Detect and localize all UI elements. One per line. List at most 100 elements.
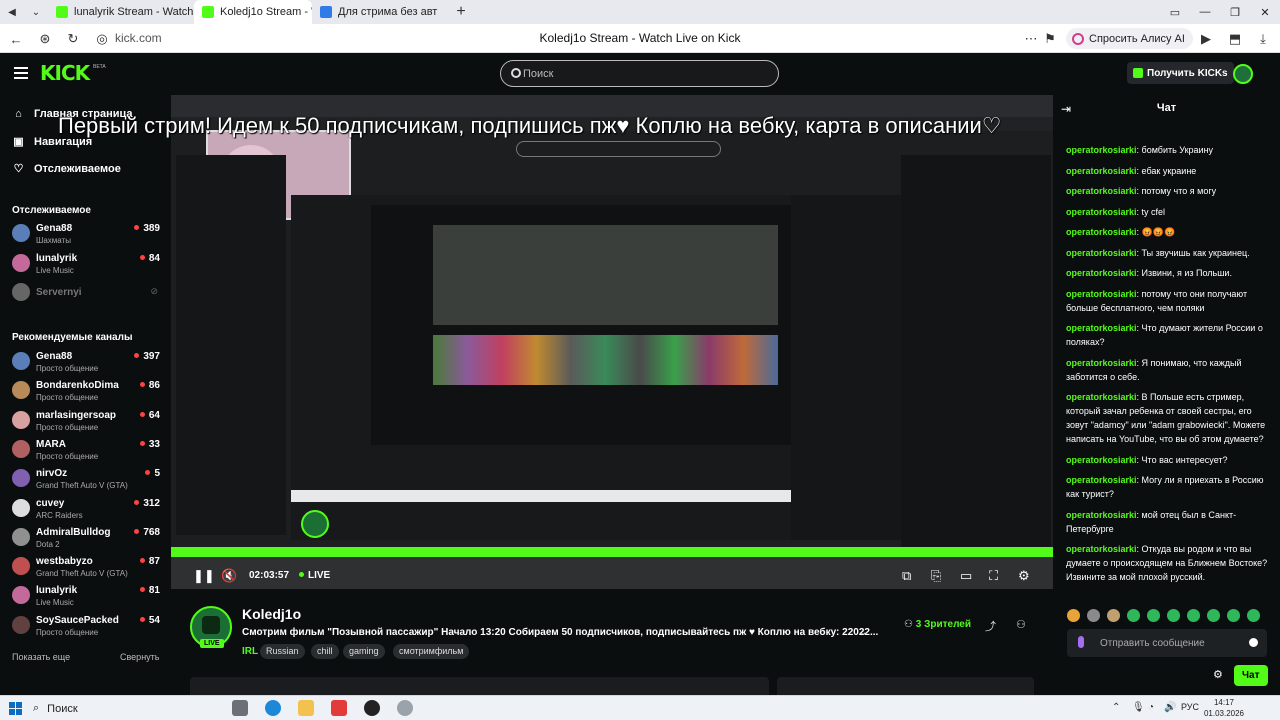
sidebar-channel-recommended[interactable]: marlasingersoap Просто общение 64 bbox=[12, 408, 160, 436]
pip-icon[interactable]: ⧉ bbox=[902, 568, 911, 584]
downloads-icon[interactable]: ⤓ bbox=[1254, 30, 1272, 48]
search-box[interactable] bbox=[500, 60, 779, 87]
chat-username[interactable]: operatorkosiarki bbox=[1066, 289, 1137, 299]
windows-start-icon[interactable] bbox=[9, 702, 22, 715]
chat-message-input[interactable] bbox=[1100, 635, 1240, 651]
chat-username[interactable]: operatorkosiarki bbox=[1066, 392, 1137, 402]
emote-icon[interactable] bbox=[1247, 609, 1260, 622]
chat-username[interactable]: operatorkosiarki bbox=[1066, 227, 1137, 237]
sidebar-channel-recommended[interactable]: MARA Просто общение 33 bbox=[12, 437, 160, 465]
chat-username[interactable]: operatorkosiarki bbox=[1066, 358, 1137, 368]
chat-username[interactable]: operatorkosiarki bbox=[1066, 455, 1137, 465]
get-kicks-button[interactable]: Получить KICKs bbox=[1127, 62, 1234, 84]
clip-icon[interactable]: ⎘ bbox=[931, 568, 941, 584]
fullscreen-icon[interactable]: ⛶ bbox=[989, 568, 998, 584]
url-field[interactable]: kick.com bbox=[115, 31, 162, 45]
sidebar-channel-recommended[interactable]: BondarenkoDima Просто общение 86 bbox=[12, 378, 160, 406]
chat-username[interactable]: operatorkosiarki bbox=[1066, 544, 1137, 554]
task-view-icon[interactable] bbox=[232, 700, 248, 716]
sidebar-channel-following[interactable]: Gena88 Шахматы 389 bbox=[12, 221, 160, 249]
chat-settings-gear-icon[interactable]: ⚙ bbox=[1213, 668, 1223, 681]
nav-following[interactable]: ♡ Отслеживаемое bbox=[13, 162, 121, 176]
browser-tab-2[interactable]: Koledj1o Stream - Watc bbox=[194, 0, 312, 24]
media-icon[interactable]: ▶ bbox=[1197, 30, 1215, 48]
sidebar-channel-recommended[interactable]: Gena88 Просто общение 397 bbox=[12, 349, 160, 377]
tag-smotrimfilm[interactable]: смотримфильм bbox=[393, 644, 470, 659]
sidebar-channel-recommended[interactable]: AdmiralBulldog Dota 2 768 bbox=[12, 525, 160, 553]
close-window-icon[interactable]: ✕ bbox=[1250, 0, 1280, 24]
more-icon[interactable]: ⋯ bbox=[1022, 30, 1040, 48]
emote-icon[interactable] bbox=[1147, 609, 1160, 622]
chat-username[interactable]: operatorkosiarki bbox=[1066, 166, 1137, 176]
mute-icon[interactable]: 🔇 bbox=[221, 568, 237, 584]
reload-icon[interactable]: ↻ bbox=[64, 30, 82, 48]
emote-icon[interactable] bbox=[1087, 609, 1100, 622]
file-explorer-icon[interactable] bbox=[298, 700, 314, 716]
edge-icon[interactable] bbox=[265, 700, 281, 716]
yandex-browser-icon[interactable] bbox=[331, 700, 347, 716]
sidebar-channel-recommended[interactable]: westbabyzo Grand Theft Auto V (GTA) 87 bbox=[12, 554, 160, 582]
tag-gaming[interactable]: gaming bbox=[343, 644, 385, 659]
show-more-link[interactable]: Показать еще bbox=[12, 652, 70, 662]
microphone-icon[interactable] bbox=[1078, 636, 1084, 648]
back-icon[interactable]: ← bbox=[7, 30, 25, 48]
sidebar-channel-recommended[interactable]: cuvey ARC Raiders 312 bbox=[12, 496, 160, 524]
sidebar-channel-recommended[interactable]: nirvOz Grand Theft Auto V (GTA) 5 bbox=[12, 466, 160, 494]
yandex-icon[interactable]: ⊛ bbox=[36, 30, 54, 48]
volume-icon[interactable]: 🔊 bbox=[1164, 702, 1176, 713]
tag-chill[interactable]: chill bbox=[311, 644, 339, 659]
search-input[interactable] bbox=[523, 65, 763, 83]
language-indicator[interactable]: РУС bbox=[1181, 702, 1199, 712]
collections-icon[interactable]: ⬒ bbox=[1226, 30, 1244, 48]
chat-send-button[interactable]: Чат bbox=[1234, 665, 1268, 686]
emote-icon[interactable] bbox=[1127, 609, 1140, 622]
sidebar-channel-following[interactable]: Servernyi ⊘ bbox=[12, 280, 160, 308]
sidebar-channel-recommended[interactable]: SoySaucePacked Просто общение 54 bbox=[12, 613, 160, 641]
kick-logo[interactable]: KICK bbox=[40, 61, 90, 85]
progress-bar[interactable] bbox=[171, 554, 1053, 557]
user-avatar[interactable] bbox=[1233, 64, 1253, 84]
pause-icon[interactable]: ❚❚ bbox=[193, 568, 215, 584]
settings-app-icon[interactable] bbox=[397, 700, 413, 716]
chat-username[interactable]: operatorkosiarki bbox=[1066, 248, 1137, 258]
bookmark-icon[interactable]: ⚑ bbox=[1041, 30, 1059, 48]
sidebar-channel-following[interactable]: lunalyrik Live Music 84 bbox=[12, 251, 160, 279]
emote-icon[interactable] bbox=[1167, 609, 1180, 622]
emote-icon[interactable] bbox=[1107, 609, 1120, 622]
chat-username[interactable]: operatorkosiarki bbox=[1066, 186, 1137, 196]
emote-icon[interactable] bbox=[1207, 609, 1220, 622]
share-icon[interactable]: ⤴ bbox=[985, 618, 996, 634]
chat-username[interactable]: operatorkosiarki bbox=[1066, 323, 1137, 333]
tabs-manager-icon[interactable]: ▭ bbox=[1160, 0, 1190, 24]
emote-icon[interactable] bbox=[1067, 609, 1080, 622]
browser-tab-1[interactable]: lunalyrik Stream - Watch L bbox=[48, 0, 194, 24]
tag-russian[interactable]: Russian bbox=[260, 644, 305, 659]
minimize-icon[interactable]: — bbox=[1190, 0, 1220, 24]
chat-username[interactable]: operatorkosiarki bbox=[1066, 510, 1137, 520]
chevron-down-icon[interactable]: ⌄ bbox=[859, 627, 867, 638]
chat-username[interactable]: operatorkosiarki bbox=[1066, 207, 1137, 217]
chat-input-box[interactable] bbox=[1067, 629, 1267, 657]
app-icon[interactable] bbox=[364, 700, 380, 716]
mic-tray-icon[interactable]: 🎙 bbox=[1132, 702, 1145, 713]
restore-icon[interactable]: ❐ bbox=[1220, 0, 1250, 24]
collapse-link[interactable]: Свернуть bbox=[120, 652, 159, 662]
theater-icon[interactable]: ▭ bbox=[960, 568, 972, 584]
tab-audio-icon[interactable]: ◀ bbox=[0, 0, 24, 24]
chat-username[interactable]: operatorkosiarki bbox=[1066, 475, 1137, 485]
settings-gear-icon[interactable]: ⚙ bbox=[1018, 568, 1030, 584]
chat-username[interactable]: operatorkosiarki bbox=[1066, 268, 1137, 278]
sidebar-channel-recommended[interactable]: lunalyrik Live Music 81 bbox=[12, 583, 160, 611]
site-info-icon[interactable]: ◎ bbox=[93, 30, 111, 48]
follow-user-icon[interactable]: ⚇ bbox=[1016, 618, 1026, 631]
wifi-icon[interactable]: ◔ bbox=[1148, 702, 1154, 713]
channel-name[interactable]: Koledj1o bbox=[242, 606, 301, 622]
new-tab-button[interactable]: + bbox=[450, 1, 472, 23]
tray-chevron-icon[interactable]: ⌃ bbox=[1112, 702, 1120, 713]
video-player[interactable] bbox=[171, 95, 1053, 589]
category-link[interactable]: IRL bbox=[242, 646, 258, 657]
emoji-icon[interactable] bbox=[1249, 638, 1258, 647]
menu-icon[interactable] bbox=[14, 67, 28, 79]
emote-icon[interactable] bbox=[1187, 609, 1200, 622]
taskbar-search[interactable]: ⌕ Поиск bbox=[33, 699, 211, 718]
